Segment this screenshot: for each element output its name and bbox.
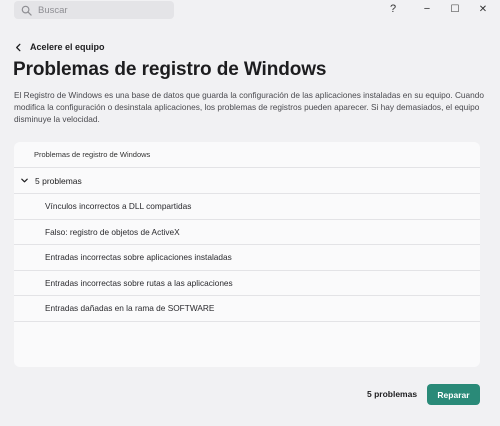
search-icon bbox=[21, 5, 32, 16]
problems-group-toggle[interactable]: 5 problemas bbox=[14, 168, 480, 194]
close-button[interactable]: ✕ bbox=[473, 1, 493, 17]
help-button[interactable]: ? bbox=[383, 1, 403, 17]
panel-header: Problemas de registro de Windows bbox=[14, 142, 480, 168]
problems-group-label: 5 problemas bbox=[35, 175, 82, 186]
problem-item: Vínculos incorrectos a DLL compartidas bbox=[14, 194, 480, 220]
problem-item: Entradas dañadas en la rama de SOFTWARE bbox=[14, 296, 480, 322]
repair-button[interactable]: Reparar bbox=[427, 384, 480, 405]
problems-count: 5 problemas bbox=[367, 389, 418, 399]
problem-item: Falso: registro de objetos de ActiveX bbox=[14, 220, 480, 245]
problems-panel: Problemas de registro de Windows 5 probl… bbox=[14, 142, 480, 367]
page-title: Problemas de registro de Windows bbox=[13, 59, 327, 80]
problem-item: Entradas incorrectas sobre aplicaciones … bbox=[14, 245, 480, 271]
chevron-down-icon bbox=[21, 178, 28, 183]
problem-item: Entradas incorrectas sobre rutas a las a… bbox=[14, 271, 480, 296]
title-bar: Buscar ? − ☐ ✕ bbox=[0, 0, 500, 22]
search-input[interactable]: Buscar bbox=[14, 1, 174, 19]
back-link[interactable]: Acelere el equipo bbox=[14, 40, 105, 54]
minimize-button[interactable]: − bbox=[417, 1, 437, 17]
search-placeholder: Buscar bbox=[38, 4, 68, 16]
chevron-left-icon bbox=[16, 43, 21, 51]
maximize-button[interactable]: ☐ bbox=[445, 1, 465, 17]
page-description: El Registro de Windows es una base de da… bbox=[14, 90, 485, 124]
back-link-label: Acelere el equipo bbox=[30, 42, 105, 52]
